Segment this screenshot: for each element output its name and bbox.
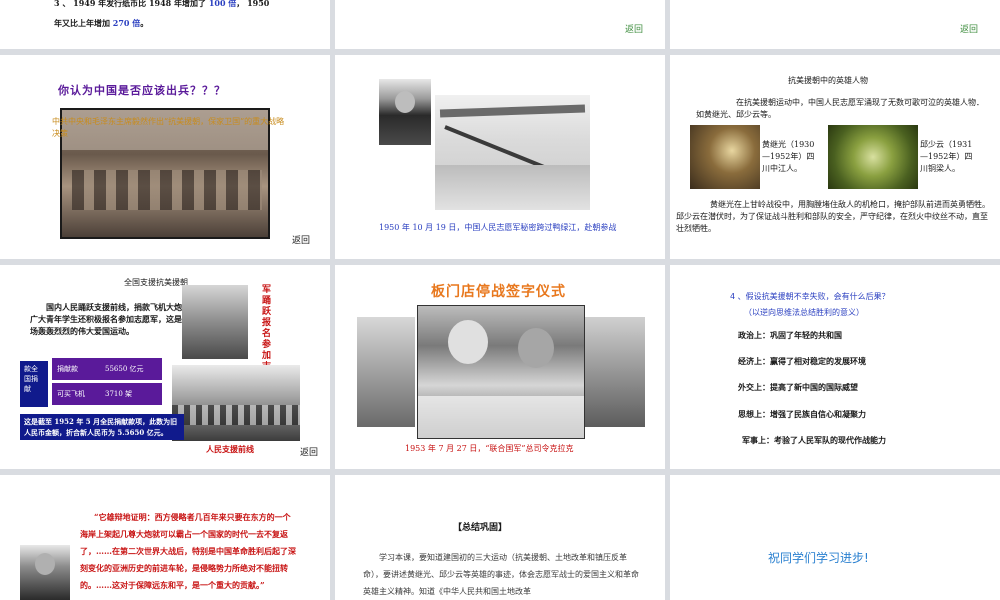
slide-4-title: 你认为中国是否应该出兵？？？ xyxy=(58,84,226,97)
slide-4-caption: 中共中央和毛泽东主席毅然作出“抗美援朝，保家卫国”的重大战略决策 xyxy=(52,117,285,138)
consequence-4: 思想上：增强了民族自信心和凝聚力 xyxy=(738,409,866,419)
leader-portrait xyxy=(20,545,70,600)
slide-7-body: 国内人民踊跃支援前线，捐款飞机大炮，广大青年学生还积极报名参加志愿军，这是一场轰… xyxy=(30,302,190,336)
consequence-3: 外交上：提高了新中国的国际威望 xyxy=(738,382,858,392)
slide-6-intro: 在抗美援朝运动中，中国人民志愿军涌现了无数可歌可泣的英雄人物．如黄继光、邱少云等… xyxy=(696,98,984,119)
back-link[interactable]: 返回 xyxy=(960,22,978,35)
row-value: 55650 亿元 xyxy=(105,365,144,373)
hero-2-caption: 邱少云（1931—1952年）四川铜梁人。 xyxy=(920,140,973,173)
back-link[interactable]: 返回 xyxy=(300,445,318,458)
closing-message: 祝同学们学习进步! xyxy=(768,551,869,565)
s1-text-tail: ， 1950 xyxy=(236,0,270,8)
slide-6: 抗美援朝中的英雄人物 在抗美援朝运动中，中国人民志愿军涌现了无数可歌可泣的英雄人… xyxy=(670,55,1000,259)
armistice-side-left xyxy=(357,317,415,427)
back-link[interactable]: 返回 xyxy=(292,233,310,246)
armistice-signing-photo xyxy=(417,305,585,439)
table-row: 捐献款 55650 亿元 xyxy=(52,358,162,380)
quote: “它雄辩地证明：西方侵略者几百年来只要在东方的一个海岸上架起几尊大炮就可以霸占一… xyxy=(80,512,296,590)
slide-5-caption: 1950 年 10 月 19 日，中国人民志愿军秘密跨过鸭绿江，赴朝参战 xyxy=(379,223,617,232)
s1-highlight-2: 270 倍 xyxy=(112,18,141,28)
consequence-1: 政治上：巩固了年轻的共和国 xyxy=(738,330,842,340)
photo-caption: 人民支援前线 xyxy=(206,444,254,454)
slide-6-story: 黄继光在上甘岭战役中，用胸膛堵住敌人的机枪口，掩护部队前进而英勇牺牲。 邱少云在… xyxy=(676,200,990,233)
hero-1-caption: 黄继光（1930—1952年）四川中江人。 xyxy=(762,140,815,173)
slide-1-line-2: 年又比上年增加 270 倍。 xyxy=(54,17,314,29)
donation-note: 这是截至 1952 年 5 月全民捐献款项，此数为旧人民币金额，折合新人民币为 … xyxy=(20,414,184,440)
yalu-crossing-photo xyxy=(435,95,590,210)
table-row: 可买飞机 3710 架 xyxy=(52,383,162,405)
slide-11: 【总结巩固】 学习本课，要知道建国初的三大运动（抗美援朝、土地改革和镇压反革命）… xyxy=(335,475,665,600)
consequence-5: 军事上：考验了人民军队的现代作战能力 xyxy=(742,435,886,445)
slide-1-line-1: 3 、 1949 年发行纸币比 1948 年增加了 100 倍， 1950 xyxy=(54,0,314,9)
s1-highlight-1: 100 倍 xyxy=(208,0,237,8)
slide-3: 返回 xyxy=(670,0,1000,49)
slide-8-caption: 1953 年 7 月 27 日，“联合国军”总司令克拉克 xyxy=(405,444,574,453)
slide-9: 4 、假设抗美援朝不幸失败，会有什么后果？ （以逆向思维法总结胜利的意义） 政治… xyxy=(670,265,1000,469)
row-value: 3710 架 xyxy=(105,390,133,398)
slide-6-title: 抗美援朝中的英雄人物 xyxy=(788,76,868,85)
summary-body: 学习本课，要知道建国初的三大运动（抗美援朝、土地改革和镇压反革命），要讲述黄继光… xyxy=(363,553,639,596)
slide-7-title: 全国支援抗美援朝 xyxy=(124,278,188,287)
slide-5: 1950 年 10 月 19 日，中国人民志愿军秘密跨过鸭绿江，赴朝参战 xyxy=(335,55,665,259)
huang-jiguang-painting xyxy=(690,125,760,189)
donation-table: 捐献款 55650 亿元 可买飞机 3710 架 xyxy=(52,358,162,405)
slide-8-title: 板门店停战签字仪式 xyxy=(431,284,566,300)
hint: （以逆向思维法总结胜利的意义） xyxy=(744,308,864,317)
slide-7: 全国支援抗美援朝 国内人民踊跃支援前线，捐款飞机大炮，广大青年学生还积极报名参加… xyxy=(0,265,330,469)
s1-text: 3 、 1949 年发行纸币比 1948 年增加了 xyxy=(54,0,209,8)
slide-1: 3 、 1949 年发行纸币比 1948 年增加了 100 倍， 1950 年又… xyxy=(0,0,330,49)
summary-title: 【总结巩固】 xyxy=(453,523,508,533)
slide-8: 板门店停战签字仪式 1953 年 7 月 27 日，“联合国军”总司令克拉克 xyxy=(335,265,665,469)
slide-10: “它雄辩地证明：西方侵略者几百年来只要在东方的一个海岸上架起几尊大炮就可以霸占一… xyxy=(0,475,330,600)
armistice-side-right xyxy=(585,317,645,427)
commander-portrait xyxy=(379,79,431,145)
s1-text-2: 年又比上年增加 xyxy=(54,18,113,28)
question: 4 、假设抗美援朝不幸失败，会有什么后果？ xyxy=(730,292,890,301)
s1-text-2-tail: 。 xyxy=(140,18,149,28)
row-label: 可买飞机 xyxy=(57,390,85,398)
volunteer-enlist-photo xyxy=(182,285,248,359)
slide-2: 返回 xyxy=(335,0,665,49)
row-label: 捐献款 xyxy=(57,365,78,373)
slide-12: 祝同学们学习进步! xyxy=(670,475,1000,600)
slide-4: 你认为中国是否应该出兵？？？ 中共中央和毛泽东主席毅然作出“抗美援朝，保家卫国”… xyxy=(0,55,330,259)
back-link[interactable]: 返回 xyxy=(625,22,643,35)
donation-label: 款全国捐献 xyxy=(20,361,48,407)
consequence-2: 经济上：赢得了相对稳定的发展环境 xyxy=(738,356,866,366)
support-front-photo xyxy=(172,365,300,441)
qiu-shaoyun-painting xyxy=(828,125,918,189)
